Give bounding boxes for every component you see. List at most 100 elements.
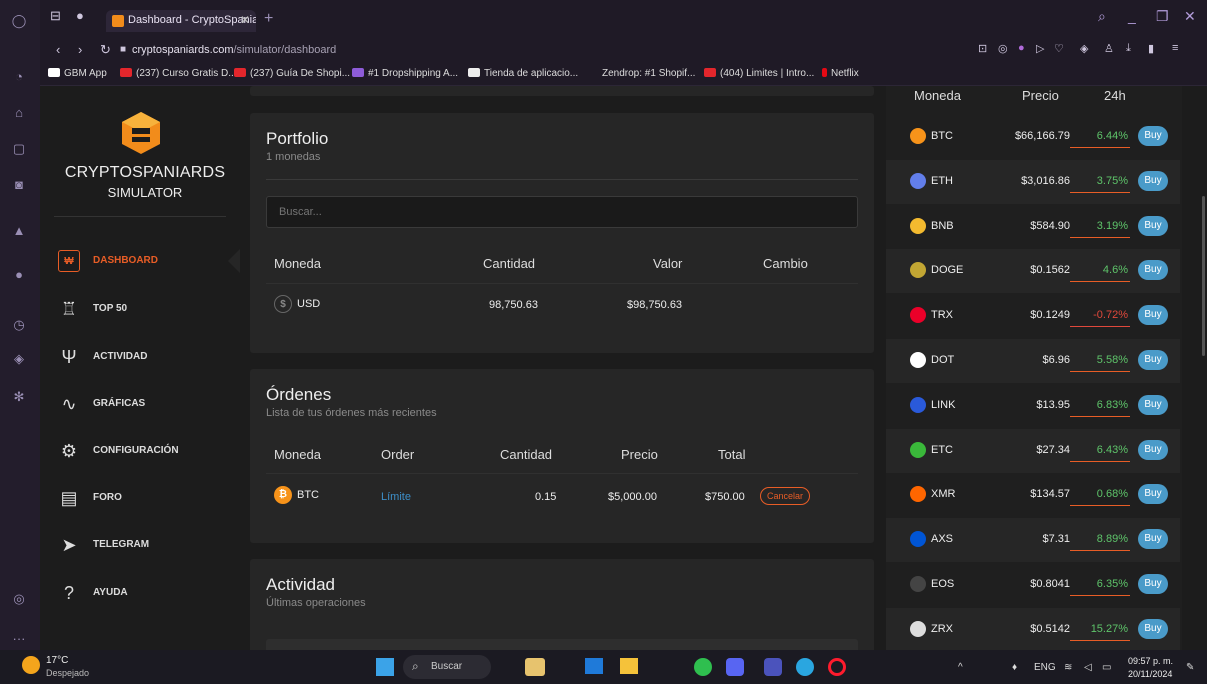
weather-icon[interactable] [22, 656, 40, 674]
bookmark-netflix[interactable]: Netflix [822, 68, 859, 79]
tabs-icon[interactable]: ⊟ [50, 8, 61, 24]
windows-start-icon[interactable] [376, 658, 394, 676]
portfolio-search-input[interactable] [266, 196, 858, 228]
discord-icon[interactable] [726, 658, 744, 676]
bookmark-curso[interactable]: (237) Curso Gratis D... [120, 68, 237, 79]
camera-capture-icon[interactable]: ◎ [998, 42, 1008, 55]
buy-button[interactable]: Buy [1138, 529, 1168, 550]
download-icon[interactable]: ⤓ [1126, 42, 1131, 55]
bookmark-limites[interactable]: (404) Limites | Intro... [704, 68, 814, 79]
bookmark-gbm[interactable]: GBM App [48, 68, 107, 79]
market-row[interactable]: ZRX $0.5142 15.27% Buy [886, 607, 1180, 650]
browser-tab[interactable]: Dashboard - CryptoSpaniar ✕ [106, 10, 256, 32]
minimize-icon[interactable]: _ [1128, 8, 1136, 24]
buy-button[interactable]: Buy [1138, 394, 1168, 415]
sidebar-item-configuracion[interactable]: ⚙ CONFIGURACIÓN [54, 436, 234, 466]
opera-logo-icon[interactable]: ◯ [10, 12, 28, 30]
cube-ext-icon[interactable]: ◈ [1080, 42, 1088, 55]
camera-icon[interactable]: ◙ [10, 176, 28, 194]
notification-icon[interactable]: ✎ [1186, 662, 1194, 673]
market-row[interactable]: TRX $0.1249 -0.72% Buy [886, 294, 1180, 338]
market-row[interactable]: XMR $134.57 0.68% Buy [886, 473, 1180, 517]
new-tab-icon[interactable]: + [264, 10, 273, 28]
market-row[interactable]: DOGE $0.1562 4.6% Buy [886, 249, 1180, 294]
bookmark-tienda[interactable]: Tienda de aplicacio... [468, 68, 578, 79]
market-row[interactable]: AXS $7.31 8.89% Buy [886, 518, 1180, 563]
buy-button[interactable]: Buy [1138, 305, 1168, 326]
buy-button[interactable]: Buy [1138, 350, 1168, 370]
market-row[interactable]: BNB $584.90 3.19% Buy [886, 205, 1180, 249]
menu-icon[interactable]: ≡ [1172, 42, 1178, 54]
folder-icon[interactable] [620, 658, 638, 674]
search-tabs-icon[interactable]: ⌕ [1098, 8, 1106, 25]
scrollbar-thumb[interactable] [1202, 196, 1205, 356]
buy-button[interactable]: Buy [1138, 574, 1168, 594]
teams-icon[interactable] [764, 658, 782, 676]
volume-icon[interactable]: ◁ [1084, 662, 1092, 673]
clock-date[interactable]: 20/11/2024 [1128, 669, 1172, 679]
twitch-icon[interactable]: ▢ [10, 140, 28, 158]
sidebar-item-telegram[interactable]: ➤ TELEGRAM [54, 530, 234, 560]
sidebar-item-foro[interactable]: ▤ FORO [54, 483, 234, 513]
history-icon[interactable]: ◷ [10, 316, 28, 334]
whatsapp-icon[interactable] [694, 658, 712, 676]
buy-button[interactable]: Buy [1138, 126, 1168, 146]
cancel-order-button[interactable]: Cancelar [760, 487, 811, 505]
reload-icon[interactable]: ↻ [100, 42, 111, 58]
market-row[interactable]: LINK $13.95 6.83% Buy [886, 384, 1180, 428]
clock-time[interactable]: 09:57 p. m. [1128, 656, 1173, 666]
profile-icon[interactable]: ♙ [1104, 42, 1114, 55]
market-row[interactable]: ETC $27.34 6.43% Buy [886, 428, 1180, 473]
buy-button[interactable]: Buy [1138, 439, 1168, 460]
battery-icon[interactable]: ▮ [1148, 42, 1154, 55]
bookmark-dropshipping[interactable]: #1 Dropshipping A... [352, 68, 458, 79]
buy-button[interactable]: Buy [1138, 484, 1168, 505]
edge-icon[interactable] [796, 658, 814, 676]
play-icon[interactable]: ▷ [1036, 42, 1044, 55]
page-scrollbar[interactable] [1200, 86, 1207, 650]
broadcast-icon: Ψ [61, 347, 77, 367]
url-field[interactable]: cryptospaniards.com/simulator/dashboard [132, 44, 336, 56]
close-window-icon[interactable]: ✕ [1184, 8, 1196, 25]
battery-tray-icon[interactable]: ▭ [1102, 662, 1111, 673]
taskbar-app-icon[interactable] [525, 658, 545, 676]
market-row[interactable]: DOT $6.96 5.58% Buy [886, 339, 1180, 383]
snapshot-icon[interactable]: ⊡ [978, 42, 987, 55]
sidebar-item-graficas[interactable]: ∿ GRÁFICAS [54, 389, 234, 419]
buy-button[interactable]: Buy [1138, 215, 1168, 236]
extensions-icon[interactable]: ◎ [10, 590, 28, 608]
opera-icon[interactable] [828, 658, 846, 676]
taskbar-store-icon[interactable] [585, 658, 603, 674]
bookmark-zendrop[interactable]: Zendrop: #1 Shopif... [586, 68, 695, 79]
settings-icon[interactable]: ✻ [10, 388, 28, 406]
sidebar-item-ayuda[interactable]: ? AYUDA [54, 578, 234, 608]
more-icon[interactable]: ··· [10, 630, 28, 648]
tray-chevron-icon[interactable]: ^ [958, 662, 963, 673]
change-underline [1070, 371, 1130, 372]
close-tab-icon[interactable]: ✕ [240, 13, 250, 27]
heart-icon[interactable]: ♡ [1054, 42, 1064, 55]
buy-button[interactable]: Buy [1138, 260, 1168, 281]
sidebar-item-dashboard[interactable]: ₩ DASHBOARD [54, 246, 234, 276]
forward-icon[interactable]: › [78, 42, 82, 57]
sidebar-item-top50[interactable]: ♖ TOP 50 [54, 294, 234, 324]
buy-button[interactable]: Buy [1138, 618, 1168, 639]
maximize-icon[interactable]: ❐ [1156, 8, 1169, 25]
mic-icon[interactable]: ♦ [1012, 662, 1017, 673]
bookmark-guia[interactable]: (237) Guía De Shopi... [234, 68, 350, 79]
buy-button[interactable]: Buy [1138, 170, 1168, 191]
speed-icon[interactable]: ◔ [10, 68, 28, 86]
github-icon[interactable]: ● [76, 8, 84, 23]
bag-icon[interactable]: ⌂ [10, 104, 28, 122]
market-row[interactable]: ETH $3,016.86 3.75% Buy [886, 159, 1180, 204]
vpn-icon[interactable]: ● [1018, 42, 1025, 54]
aria-icon[interactable]: ▲ [10, 222, 28, 240]
spotify-icon[interactable]: ● [10, 266, 28, 284]
cube-icon[interactable]: ◈ [10, 350, 28, 368]
wifi-icon[interactable]: ≋ [1064, 662, 1072, 673]
language-indicator[interactable]: ENG [1034, 662, 1056, 673]
sidebar-item-actividad[interactable]: Ψ ACTIVIDAD [54, 342, 234, 372]
back-icon[interactable]: ‹ [56, 42, 60, 57]
market-row[interactable]: EOS $0.8041 6.35% Buy [886, 563, 1180, 607]
market-row[interactable]: BTC $66,166.79 6.44% Buy [886, 115, 1180, 159]
